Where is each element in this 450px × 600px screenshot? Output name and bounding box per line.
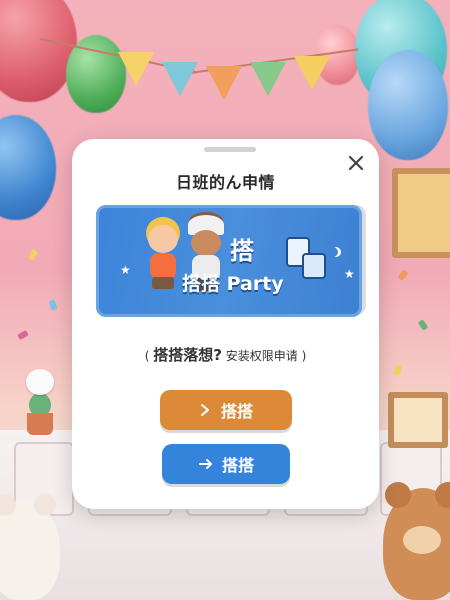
potted-plant [22,365,57,435]
dialog-message: ( 搭搭落想? 安装权限申请 ) [72,344,379,365]
permission-dialog: 日班的ん申情 ★ ★ 搭 搭搭 Party ( 搭搭落想? 安装权限申请 ) 搭… [72,139,379,509]
banner-title-top: 搭 [230,237,254,265]
small-picture-frame [388,392,448,448]
star-icon: ★ [120,263,131,277]
arrow-right-icon [198,457,214,471]
banner-title: 搭搭 Party [182,273,284,295]
close-icon [348,155,364,171]
light-blue-balloon [368,50,448,160]
moon-icon [328,247,338,257]
red-balloon [0,0,77,102]
secondary-action-label: 搭搭 [221,456,254,475]
blue-balloon [0,115,56,220]
message-text: 安装权限申请 ) [225,349,307,363]
primary-action-button[interactable]: 搭搭 [160,390,292,430]
device-icon [302,253,326,279]
party-banner: ★ ★ 搭 搭搭 Party [96,205,362,317]
message-paren: ( [144,349,150,363]
chevron-right-icon [199,403,213,417]
picture-frame [392,168,450,258]
dialog-title: 日班的ん申情 [175,173,275,192]
close-button[interactable] [344,151,368,175]
drag-handle[interactable] [204,147,256,152]
primary-action-label: 搭搭 [220,402,253,421]
secondary-action-button[interactable]: 搭搭 [162,444,290,484]
message-question: 搭搭落想? [153,346,222,364]
brown-bear-toy [383,482,450,600]
kid-character-blonde [142,225,182,295]
star-icon: ★ [344,267,355,281]
